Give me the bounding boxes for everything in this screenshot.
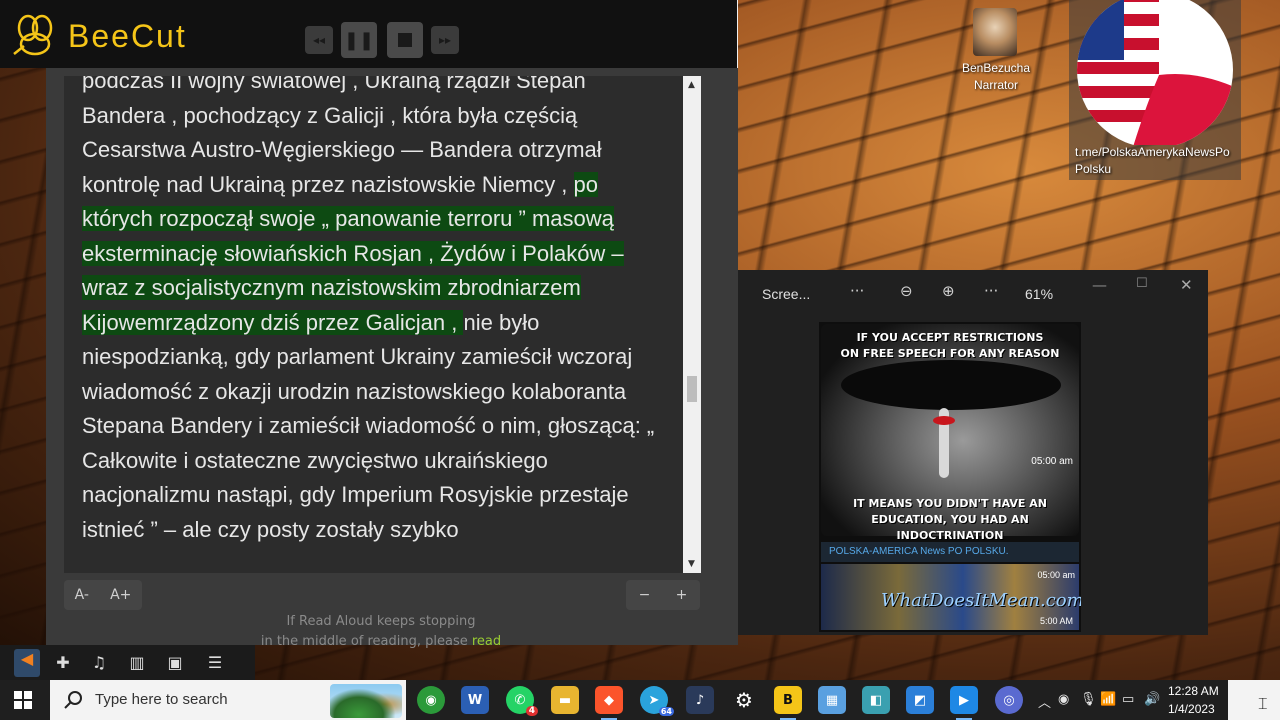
telegram-shortcut-tile[interactable]: t.me/PolskaAmerykaNewsPo Polsku	[1069, 0, 1241, 180]
show-hidden-icons[interactable]: ︿	[1038, 692, 1051, 711]
clock-time[interactable]: 12:28 AM	[1168, 684, 1219, 698]
text-after-highlight: nie było niespodzianką, gdy parlament Uk…	[82, 309, 655, 542]
whatsapp-app-icon[interactable]: ✆ 4	[506, 686, 538, 716]
meme-timestamp: 05:00 am	[1031, 456, 1073, 467]
text-before-highlight: podczas II wojny światowej , Ukrainą rzą…	[82, 76, 602, 197]
pause-icon: ❚❚	[343, 29, 375, 51]
stop-icon	[398, 33, 412, 47]
font-increase-button[interactable]: A+	[110, 587, 131, 603]
meme-bottom-text: IT MEANS YOU DIDN'T HAVE AN EDUCATION, Y…	[853, 497, 1047, 542]
thumbnail-text: WhatDoesItMean.com	[881, 590, 1081, 611]
scroll-down-icon[interactable]: ▼	[688, 559, 695, 569]
brave-browser-icon[interactable]: ◆	[595, 686, 623, 720]
app-icon[interactable]: ♪	[686, 686, 714, 714]
thumbnail-timestamp-bottom: 5:00 AM	[1039, 616, 1073, 626]
speed-decrease-button[interactable]: −	[639, 587, 651, 603]
scroll-up-icon[interactable]: ▲	[688, 80, 695, 90]
font-size-controls: A- A+	[64, 580, 142, 610]
sidebar-icon[interactable]: ▥	[126, 653, 148, 673]
channel-name: POLSKA-AMERICA News PO POLSKU.	[821, 542, 1079, 562]
reading-text: podczas II wojny światowej , Ukrainą rzą…	[82, 76, 667, 547]
font-decrease-button[interactable]: A-	[75, 587, 89, 603]
file-explorer-icon[interactable]: ▬	[551, 686, 579, 714]
zoom-in-icon[interactable]: ⊕	[942, 282, 955, 300]
forward-icon: ▸▸	[438, 33, 452, 47]
speed-increase-button[interactable]: +	[676, 587, 688, 603]
disc-app-icon[interactable]: ◎	[995, 686, 1023, 714]
read-aloud-window: podczas II wojny światowej , Ukrainą rzą…	[46, 68, 738, 649]
stop-button[interactable]	[387, 22, 423, 58]
image-viewer-window: Scree... ··· ⊖ ⊕ ··· 61% — ☐ ✕ IF YOU AC…	[738, 270, 1208, 635]
taskbar-search-box[interactable]: Type here to search	[50, 680, 406, 720]
wifi-icon[interactable]: 📶	[1100, 692, 1116, 707]
meme-top-text: IF YOU ACCEPT RESTRICTIONS ON FREE SPEEC…	[840, 331, 1060, 360]
pause-button[interactable]: ❚❚	[341, 22, 377, 58]
usa-poland-flag-icon	[1077, 0, 1233, 145]
rewind-icon: ◂◂	[312, 33, 326, 47]
beecut-recording-bar: BeeCut ◂◂ ❚❚ ▸▸	[0, 0, 737, 68]
playlist-icon[interactable]: ♫	[88, 653, 110, 673]
search-icon	[64, 691, 82, 709]
search-highlight-art	[330, 684, 402, 718]
settings-gear-icon[interactable]: ⚙	[730, 686, 758, 714]
zoom-level: 61%	[1025, 286, 1054, 302]
cursor-icon: ⌶	[1258, 694, 1268, 713]
xbox-app-icon[interactable]: ◉	[417, 686, 445, 714]
beecut-app-icon[interactable]: B	[774, 686, 802, 720]
browser-extension-bar: ◀ ✚ ♫ ▥ ▣ ☰	[0, 645, 255, 681]
battery-icon[interactable]: ▭	[1122, 692, 1134, 707]
narrator-icon-label[interactable]: BenBezucha Narrator	[950, 60, 1042, 94]
bee-logo-icon	[13, 14, 53, 56]
read-aloud-extension-icon[interactable]: ◀	[14, 649, 40, 677]
image-app-icon[interactable]: ◩	[906, 686, 934, 714]
search-placeholder: Type here to search	[95, 691, 228, 708]
beecut-app-title: BeeCut	[68, 18, 187, 54]
app-icon-2[interactable]: ◧	[862, 686, 890, 714]
windows-start-icon[interactable]	[14, 691, 32, 709]
reader-help-note: If Read Aloud keeps stopping in the midd…	[246, 612, 516, 652]
video-app-icon[interactable]: ▶	[950, 686, 978, 720]
zoom-out-icon[interactable]: ⊖	[900, 282, 913, 300]
taskbar: Type here to search ◉ W ✆ 4 ▬ ◆ ➤ 64 ♪ ⚙ B…	[0, 680, 1280, 720]
reading-text-panel[interactable]: podczas II wojny światowej , Ukrainą rzą…	[64, 76, 701, 573]
hat-shape	[841, 360, 1061, 410]
rewind-button[interactable]: ◂◂	[305, 26, 333, 54]
app-tray-icon[interactable]: ◉	[1058, 692, 1069, 707]
photos-app-icon[interactable]: ▦	[818, 686, 846, 714]
thumbnail-timestamp-top: 05:00 am	[1037, 570, 1075, 580]
maximize-icon[interactable]: ☐	[1136, 276, 1148, 291]
note-line-2: in the middle of reading, please read	[260, 634, 502, 649]
clock-date[interactable]: 1/4/2023	[1168, 702, 1215, 716]
lips-shape	[933, 416, 955, 425]
channel-thumbnail: 05:00 am WhatDoesItMean.com 5:00 AM	[821, 564, 1081, 630]
overflow-menu-icon[interactable]: ···	[984, 282, 998, 300]
meme-image: IF YOU ACCEPT RESTRICTIONS ON FREE SPEEC…	[821, 324, 1079, 542]
close-icon[interactable]: ✕	[1180, 276, 1193, 294]
minimize-icon[interactable]: —	[1092, 276, 1107, 294]
puzzle-icon[interactable]: ✚	[52, 653, 74, 673]
narrator-avatar-icon[interactable]	[973, 8, 1017, 56]
telegram-app-icon[interactable]: ➤ 64	[640, 686, 674, 716]
whatsapp-badge: 4	[525, 706, 538, 716]
text-scrollbar[interactable]: ▲ ▼	[683, 76, 701, 573]
note-line-1: If Read Aloud keeps stopping	[286, 614, 476, 629]
wallet-icon[interactable]: ▣	[164, 653, 186, 673]
notification-center[interactable]: ⌶	[1228, 680, 1280, 720]
menu-icon[interactable]: ☰	[204, 653, 226, 673]
microphone-icon[interactable]: 🎙	[1080, 692, 1097, 707]
forward-button[interactable]: ▸▸	[431, 26, 459, 54]
viewer-title: Scree...	[762, 286, 811, 302]
screenshot-image: IF YOU ACCEPT RESTRICTIONS ON FREE SPEEC…	[819, 322, 1081, 632]
more-options-icon[interactable]: ···	[850, 282, 864, 300]
note-read-link[interactable]: read	[472, 634, 501, 649]
word-app-icon[interactable]: W	[461, 686, 489, 714]
telegram-shortcut-label[interactable]: t.me/PolskaAmerykaNewsPo Polsku	[1075, 144, 1241, 178]
scroll-thumb[interactable]	[687, 376, 697, 402]
speed-controls: − +	[626, 580, 700, 610]
volume-icon[interactable]: 🔊	[1144, 692, 1160, 707]
telegram-badge: 64	[658, 707, 674, 716]
